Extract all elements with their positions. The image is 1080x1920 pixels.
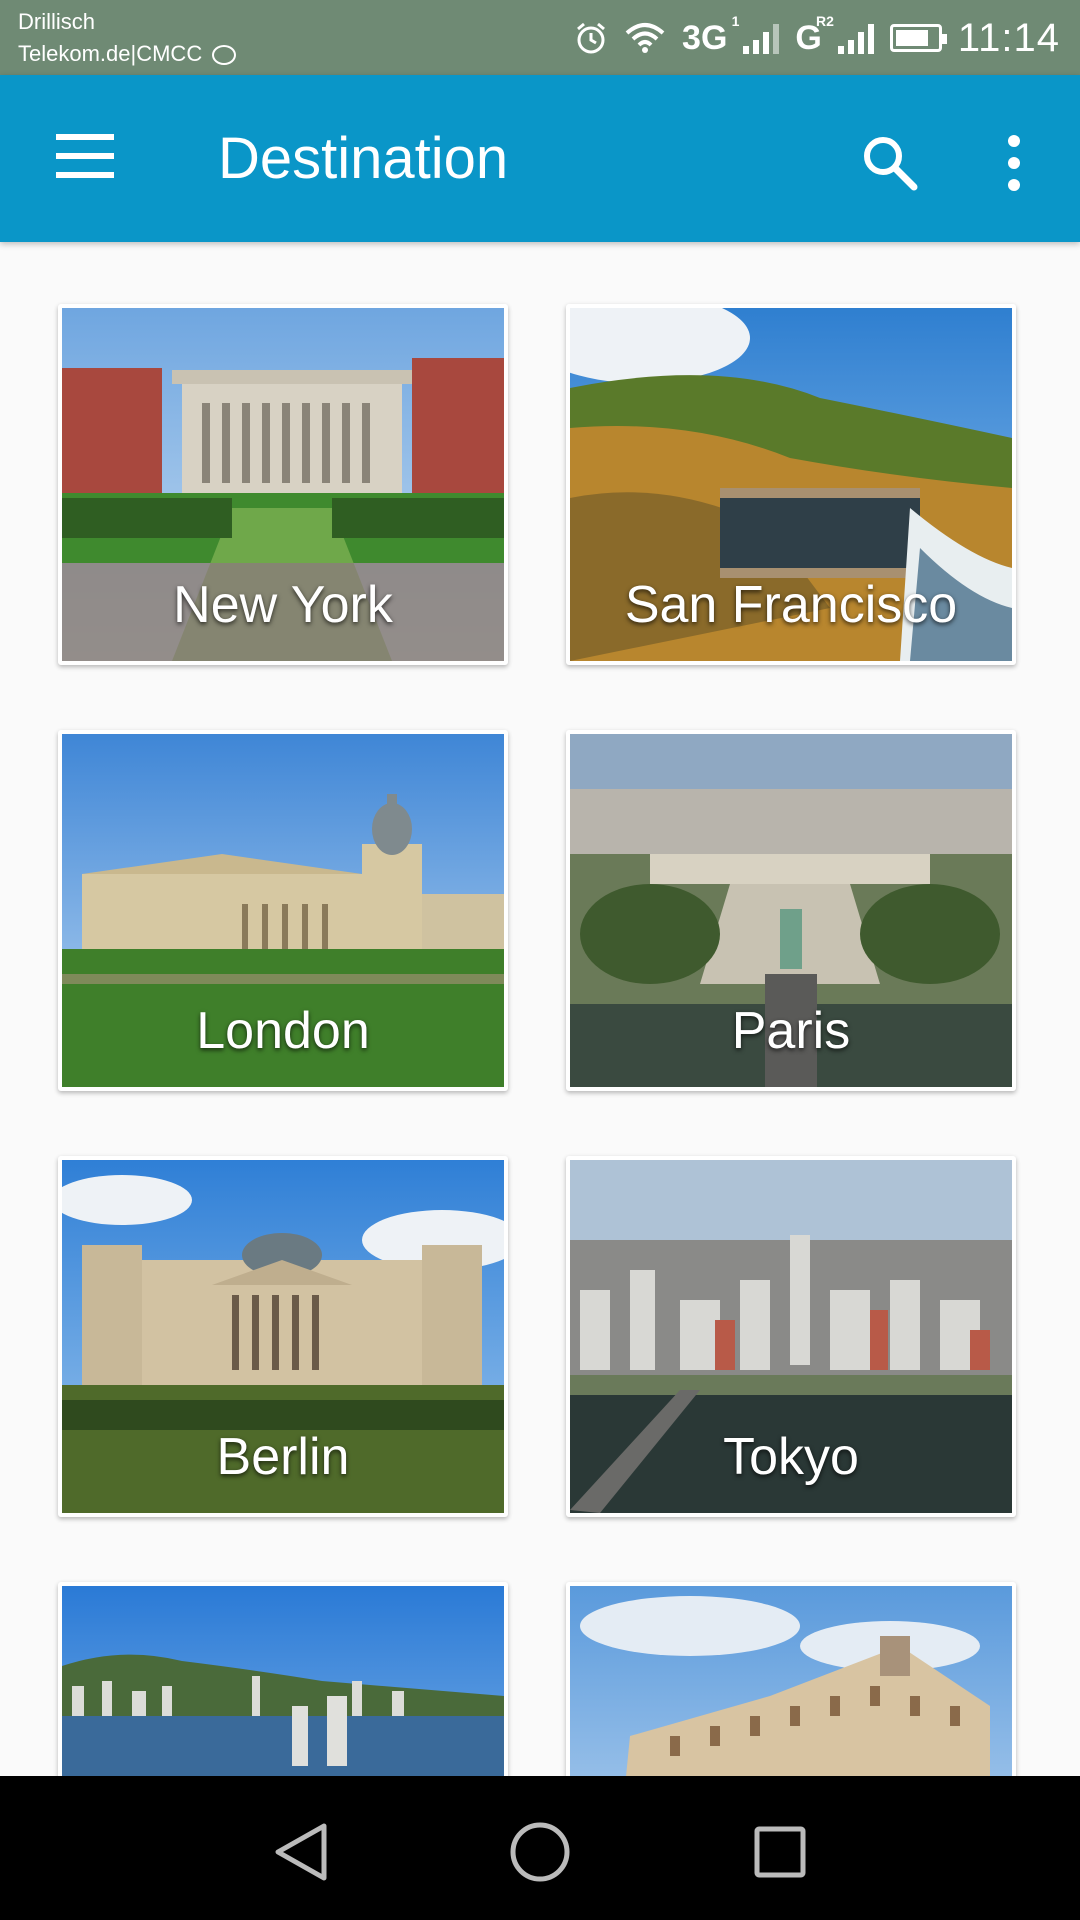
menu-button[interactable] (44, 131, 114, 187)
destination-label: Berlin (216, 1428, 350, 1486)
recents-button[interactable] (740, 1812, 820, 1892)
status-bar: Drillisch Telekom.de|CMCC 3G 1 G R2 11:14 (0, 0, 1080, 75)
destination-card-hong-kong[interactable] (58, 1582, 508, 1776)
page-title: Destination (218, 126, 509, 191)
recents-icon (754, 1826, 806, 1878)
destination-card-san-francisco[interactable]: San Francisco (566, 304, 1016, 665)
city-harbor-image (62, 1586, 504, 1776)
carrier-line2: Telekom.de|CMCC (18, 41, 203, 66)
carrier-info: Drillisch Telekom.de|CMCC (18, 6, 237, 70)
home-icon (510, 1822, 570, 1882)
destination-label: London (196, 1002, 370, 1060)
destination-label: New York (173, 576, 393, 634)
alarm-icon (577, 22, 606, 54)
hotel-building-image (570, 1586, 1012, 1776)
destination-card-partial[interactable] (566, 1582, 1016, 1776)
destination-card-tokyo[interactable]: Tokyo (566, 1156, 1016, 1517)
menu-icon-bar-1 (56, 134, 114, 140)
system-navigation-bar (0, 1776, 1080, 1920)
message-icon (212, 45, 237, 66)
wifi-icon (625, 23, 665, 53)
destination-card-berlin[interactable]: Berlin (58, 1156, 508, 1517)
destination-card-new-york[interactable]: New York (58, 304, 508, 665)
destination-card-paris[interactable]: Paris (566, 730, 1016, 1091)
destination-label: Tokyo (723, 1428, 859, 1486)
more-vert-icon-dot (1008, 179, 1020, 191)
menu-icon-bar-3 (56, 172, 114, 178)
search-icon (864, 137, 918, 191)
destination-card-london[interactable]: London (58, 730, 508, 1091)
home-button[interactable] (500, 1812, 580, 1892)
destination-grid: New York San Francisco London Paris Berl… (0, 242, 1080, 1776)
clock: 11:14 (957, 15, 1060, 60)
status-icons: 3G 1 G R2 11:14 (574, 10, 1060, 66)
carrier-line1: Drillisch (18, 9, 95, 34)
destination-label: San Francisco (624, 576, 958, 634)
network-3g-indicator: 3G 1 (682, 13, 739, 58)
signal-icon-2 (837, 22, 874, 54)
back-icon (275, 1823, 327, 1881)
net1-label: 3G (682, 18, 728, 57)
more-options-button[interactable] (994, 133, 1034, 193)
signal-icon (743, 22, 780, 54)
more-vert-icon-dot (1008, 135, 1020, 147)
network-g-indicator: G R2 (795, 13, 833, 58)
more-vert-icon-dot (1008, 157, 1020, 169)
menu-icon-bar-2 (56, 153, 114, 159)
net1-sup: 1 (731, 12, 740, 29)
app-bar: Destination (0, 75, 1080, 242)
destination-label: Paris (731, 1002, 851, 1060)
battery-icon (889, 24, 947, 52)
net2-sup: R2 (815, 12, 834, 29)
back-button[interactable] (262, 1812, 342, 1892)
search-button[interactable] (860, 133, 920, 193)
